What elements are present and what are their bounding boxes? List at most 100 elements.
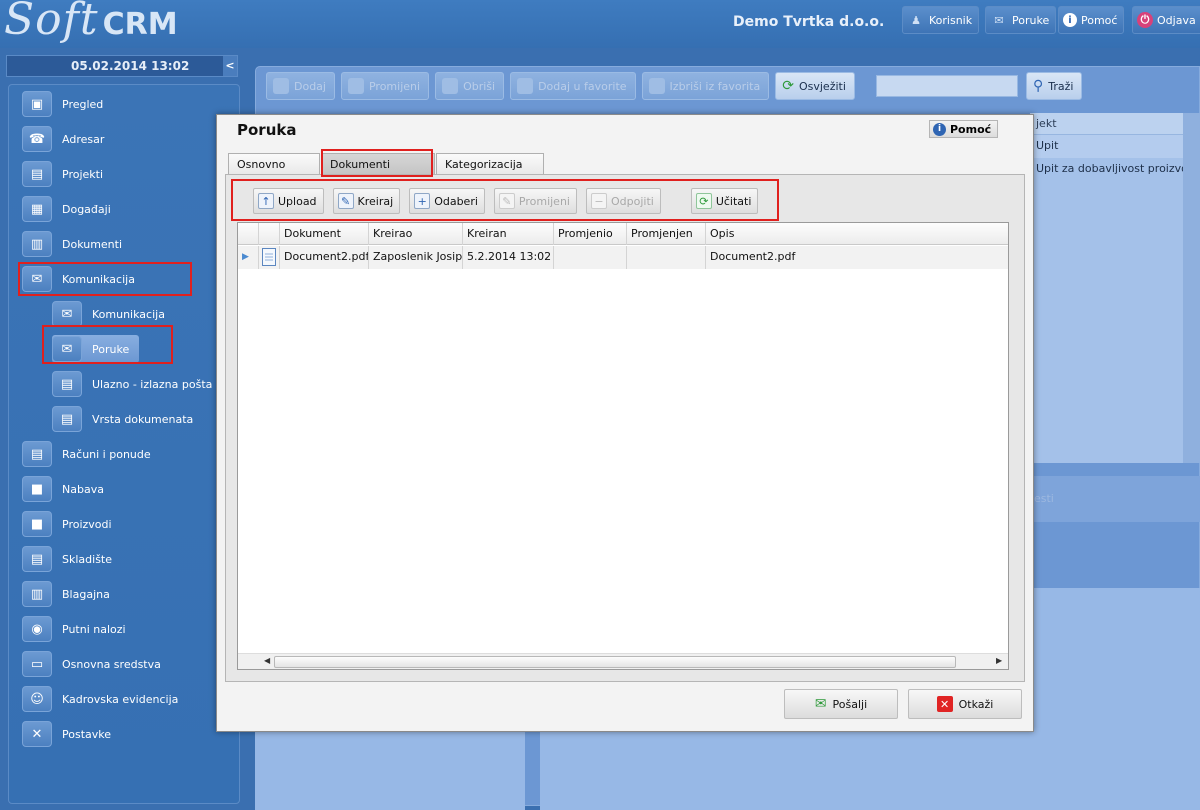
sidebar-item-dokumenti[interactable]: ▥ Dokumenti: [22, 230, 122, 258]
sidebar-subitem-ulazno-izlazna-posta[interactable]: ▤ Ulazno - izlazna pošta: [52, 370, 212, 398]
highlight-documents-toolbar: [231, 179, 779, 221]
message-dialog: Poruka i Pomoć Osnovno Dokument i Kategor…: [216, 114, 1034, 732]
add-icon: [273, 78, 289, 94]
sidebar-item-adresar[interactable]: ☎ Adresar: [22, 125, 104, 153]
delete-button[interactable]: Obriši: [435, 72, 505, 100]
sidebar-item-proizvodi[interactable]: ■ Proizvodi: [22, 510, 112, 538]
mail-icon: ✉: [52, 301, 82, 327]
sidebar-item-putni-nalozi[interactable]: ◉ Putni nalozi: [22, 615, 126, 643]
sidebar-item-nabava[interactable]: ■ Nabava: [22, 475, 104, 503]
cell-changed-by: [554, 246, 627, 269]
power-icon: ⏻: [1137, 12, 1153, 28]
cancel-button[interactable]: ✕ Otkaži: [908, 689, 1022, 719]
app-logo: Soft CRM: [4, 0, 178, 45]
dialog-title: Poruka: [237, 121, 297, 139]
table-row[interactable]: ▶ Document2.pdf Zaposlenik Josip 5.2.201…: [238, 246, 1008, 269]
left-column-area: [255, 730, 525, 810]
invoice-icon: ▤: [22, 441, 52, 467]
refresh-icon: ⟳: [782, 78, 794, 94]
list-item[interactable]: Upit: [1030, 135, 1200, 158]
column-dokument[interactable]: Dokument: [280, 223, 369, 245]
dialog-help-button[interactable]: i Pomoć: [929, 120, 999, 138]
calendar-icon: ▦: [22, 196, 52, 222]
close-icon: ✕: [936, 696, 953, 712]
cell-description: Document2.pdf: [710, 250, 796, 263]
lower-toolbar-strip: esti: [1030, 476, 1200, 522]
help-button[interactable]: i Pomoć: [1058, 6, 1125, 34]
sidebar-item-projekti[interactable]: ▤ Projekti: [22, 160, 103, 188]
column-kreiran[interactable]: Kreiran: [463, 223, 554, 245]
inbox-icon: ▤: [52, 371, 82, 397]
cell-created-by: Zaposlenik Josip: [369, 246, 463, 269]
scroll-right-icon[interactable]: ▶: [996, 656, 1002, 665]
scrollbar-thumb[interactable]: [274, 656, 956, 668]
documents-icon: ▥: [22, 231, 52, 257]
current-datetime: 05.02.2014 13:02 <: [6, 55, 238, 77]
travel-icon: ◉: [22, 616, 52, 642]
sidebar-subitem-vrsta-dokumenata[interactable]: ▤ Vrsta dokumenata: [52, 405, 193, 433]
assets-icon: ▭: [22, 651, 52, 677]
delete-icon: [442, 78, 459, 94]
add-favorite-button[interactable]: Dodaj u favorite: [510, 72, 636, 100]
company-name: Demo Tvrtka d.o.o.: [733, 14, 885, 30]
highlight-documents-tab: [321, 149, 433, 177]
search-button[interactable]: ⚲ Traži: [1026, 72, 1083, 100]
tab-kategorizacija[interactable]: Kategorizacija: [436, 153, 544, 175]
grid-header-indicator: [238, 223, 259, 245]
column-promjenjen[interactable]: Promjenjen: [627, 223, 706, 245]
highlight-poruke: [42, 325, 173, 364]
tab-osnovno[interactable]: Osnovno: [228, 153, 320, 175]
messages-button[interactable]: ✉ Poruke: [985, 6, 1057, 34]
address-book-icon: ☎: [22, 126, 52, 152]
sidebar-item-postavke[interactable]: ✕ Postavke: [22, 720, 111, 748]
remove-favorite-button[interactable]: Izbriši iz favorita: [641, 72, 770, 100]
highlight-komunikacija: [18, 262, 192, 296]
send-icon: ✉: [814, 696, 827, 712]
sidebar-item-blagajna[interactable]: ▥ Blagajna: [22, 580, 110, 608]
edit-button[interactable]: Promijeni: [340, 72, 430, 100]
sidebar-item-osnovna-sredstva[interactable]: ▭ Osnovna sredstva: [22, 650, 161, 678]
results-list: jekt Upit Upit za dobavljivost proizvoda: [1030, 113, 1200, 463]
info-icon: i: [1063, 13, 1077, 27]
pdf-document-icon: [259, 246, 280, 269]
list-item[interactable]: Upit za dobavljivost proizvoda: [1030, 158, 1200, 181]
search-input[interactable]: [876, 75, 1018, 97]
sidebar-item-racuni-i-ponude[interactable]: ▤ Računi i ponude: [22, 440, 151, 468]
cashbox-icon: ▥: [22, 581, 52, 607]
send-button[interactable]: ✉ Pošalji: [784, 689, 898, 719]
products-icon: ■: [22, 511, 52, 537]
user-button[interactable]: ♟ Korisnik: [902, 6, 980, 34]
collapse-sidebar-button[interactable]: <: [223, 56, 237, 76]
middle-column-area: [540, 730, 1200, 810]
doc-type-icon: ▤: [52, 406, 82, 432]
sidebar-item-kadrovska-evidencija[interactable]: ☺ Kadrovska evidencija: [22, 685, 178, 713]
top-bar: Soft CRM Demo Tvrtka d.o.o. ♟ Korisnik ✉ …: [0, 0, 1200, 48]
column-opis[interactable]: Opis: [706, 223, 1008, 245]
logout-button[interactable]: ⏻ Odjava: [1132, 6, 1200, 34]
envelope-icon: ✉: [994, 13, 1004, 27]
grid-header-icon: [259, 223, 280, 245]
grid-horizontal-scrollbar[interactable]: ◀ ▶: [238, 653, 1008, 669]
hr-icon: ☺: [22, 686, 52, 712]
settings-icon: ✕: [22, 721, 52, 747]
sidebar-item-skladiste[interactable]: ▤ Skladište: [22, 545, 112, 573]
warehouse-icon: ▤: [22, 546, 52, 572]
add-button[interactable]: Dodaj: [266, 72, 335, 100]
results-scrollbar[interactable]: [1183, 113, 1200, 463]
column-promjenio[interactable]: Promjenio: [554, 223, 627, 245]
overview-icon: ▣: [22, 91, 52, 117]
sidebar-item-pregled[interactable]: ▣ Pregled: [22, 90, 103, 118]
sidebar-item-dogadaji[interactable]: ▦ Događaji: [22, 195, 111, 223]
cell-changed: [627, 246, 706, 269]
documents-grid: Dokument Kreirao Kreiran Promjenio Promj…: [237, 222, 1009, 670]
grid-header: Dokument Kreirao Kreiran Promjenio Promj…: [238, 223, 1008, 245]
sidebar-subitem-komunikacija[interactable]: ✉ Komunikacija: [52, 300, 165, 328]
refresh-button[interactable]: ⟳ Osvježiti: [775, 72, 855, 100]
main-toolbar: Dodaj Promijeni Obriši Dodaj u favorite …: [266, 72, 855, 100]
results-column-header[interactable]: jekt: [1030, 113, 1200, 135]
column-kreirao[interactable]: Kreirao: [369, 223, 463, 245]
dialog-footer: ✉ Pošalji ✕ Otkaži: [784, 689, 1022, 719]
edit-icon: [347, 78, 364, 94]
scroll-left-icon[interactable]: ◀: [264, 656, 270, 665]
user-icon: ♟: [911, 13, 921, 27]
